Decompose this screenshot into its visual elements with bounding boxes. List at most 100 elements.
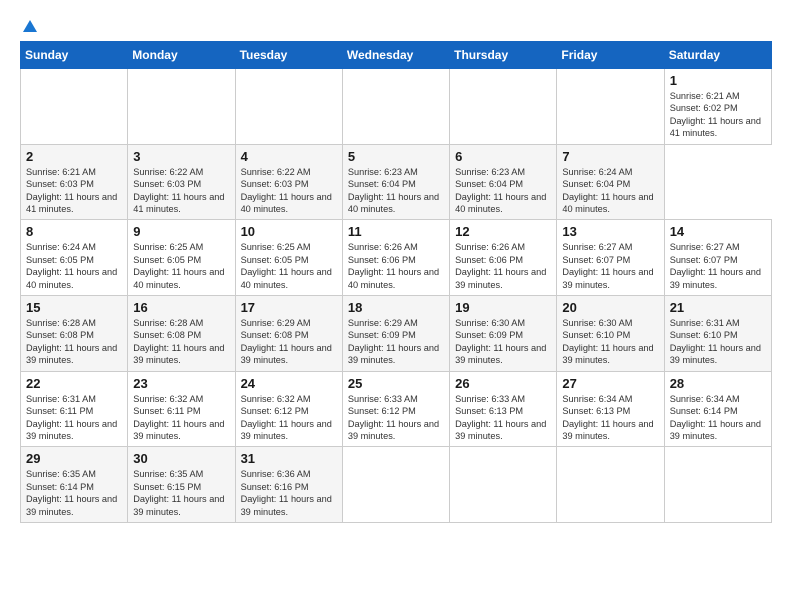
day-info: Sunrise: 6:25 AMSunset: 6:05 PMDaylight:…	[241, 242, 332, 289]
day-info: Sunrise: 6:23 AMSunset: 6:04 PMDaylight:…	[348, 167, 439, 214]
weekday-header: Sunday	[21, 42, 128, 69]
day-number: 23	[133, 376, 229, 391]
day-cell: 26 Sunrise: 6:33 AMSunset: 6:13 PMDayligh…	[450, 371, 557, 447]
day-cell: 5 Sunrise: 6:23 AMSunset: 6:04 PMDaylight…	[342, 144, 449, 220]
day-cell: 25 Sunrise: 6:33 AMSunset: 6:12 PMDayligh…	[342, 371, 449, 447]
day-cell: 9 Sunrise: 6:25 AMSunset: 6:05 PMDaylight…	[128, 220, 235, 296]
day-info: Sunrise: 6:23 AMSunset: 6:04 PMDaylight:…	[455, 167, 546, 214]
empty-cell	[557, 69, 664, 145]
empty-cell	[450, 447, 557, 523]
empty-cell	[557, 447, 664, 523]
day-number: 12	[455, 224, 551, 239]
day-number: 17	[241, 300, 337, 315]
day-cell: 1 Sunrise: 6:21 AMSunset: 6:02 PMDaylight…	[664, 69, 771, 145]
day-number: 9	[133, 224, 229, 239]
day-info: Sunrise: 6:29 AMSunset: 6:08 PMDaylight:…	[241, 318, 332, 365]
day-number: 13	[562, 224, 658, 239]
day-info: Sunrise: 6:26 AMSunset: 6:06 PMDaylight:…	[348, 242, 439, 289]
day-info: Sunrise: 6:35 AMSunset: 6:15 PMDaylight:…	[133, 469, 224, 516]
empty-cell	[235, 69, 342, 145]
day-cell: 11Sunrise: 6:26 AMSunset: 6:06 PMDayligh…	[342, 220, 449, 296]
logo-arrow-icon	[21, 18, 39, 36]
day-info: Sunrise: 6:33 AMSunset: 6:12 PMDaylight:…	[348, 394, 439, 441]
day-cell: 2 Sunrise: 6:21 AMSunset: 6:03 PMDaylight…	[21, 144, 128, 220]
empty-cell	[342, 69, 449, 145]
day-number: 31	[241, 451, 337, 466]
day-cell: 22 Sunrise: 6:31 AMSunset: 6:11 PMDayligh…	[21, 371, 128, 447]
empty-cell	[21, 69, 128, 145]
day-info: Sunrise: 6:34 AMSunset: 6:13 PMDaylight:…	[562, 394, 653, 441]
empty-cell	[342, 447, 449, 523]
day-info: Sunrise: 6:31 AMSunset: 6:10 PMDaylight:…	[670, 318, 761, 365]
empty-cell	[664, 447, 771, 523]
day-number: 27	[562, 376, 658, 391]
day-number: 16	[133, 300, 229, 315]
empty-cell	[128, 69, 235, 145]
day-number: 3	[133, 149, 229, 164]
day-cell: 3Sunrise: 6:22 AMSunset: 6:03 PMDaylight…	[128, 144, 235, 220]
day-info: Sunrise: 6:21 AMSunset: 6:03 PMDaylight:…	[26, 167, 117, 214]
day-number: 15	[26, 300, 122, 315]
day-info: Sunrise: 6:33 AMSunset: 6:13 PMDaylight:…	[455, 394, 546, 441]
day-number: 25	[348, 376, 444, 391]
day-info: Sunrise: 6:34 AMSunset: 6:14 PMDaylight:…	[670, 394, 761, 441]
day-number: 5	[348, 149, 444, 164]
day-info: Sunrise: 6:32 AMSunset: 6:12 PMDaylight:…	[241, 394, 332, 441]
day-info: Sunrise: 6:27 AMSunset: 6:07 PMDaylight:…	[562, 242, 653, 289]
day-number: 7	[562, 149, 658, 164]
empty-cell	[450, 69, 557, 145]
day-info: Sunrise: 6:24 AMSunset: 6:04 PMDaylight:…	[562, 167, 653, 214]
day-cell: 10Sunrise: 6:25 AMSunset: 6:05 PMDayligh…	[235, 220, 342, 296]
page: SundayMondayTuesdayWednesdayThursdayFrid…	[0, 0, 792, 612]
logo	[20, 18, 39, 33]
day-number: 1	[670, 73, 766, 88]
day-cell: 21 Sunrise: 6:31 AMSunset: 6:10 PMDayligh…	[664, 296, 771, 372]
day-info: Sunrise: 6:30 AMSunset: 6:10 PMDaylight:…	[562, 318, 653, 365]
day-number: 26	[455, 376, 551, 391]
day-cell: 29Sunrise: 6:35 AMSunset: 6:14 PMDayligh…	[21, 447, 128, 523]
calendar-table: SundayMondayTuesdayWednesdayThursdayFrid…	[20, 41, 772, 523]
weekday-header: Friday	[557, 42, 664, 69]
day-number: 4	[241, 149, 337, 164]
day-number: 8	[26, 224, 122, 239]
day-info: Sunrise: 6:36 AMSunset: 6:16 PMDaylight:…	[241, 469, 332, 516]
weekday-header: Saturday	[664, 42, 771, 69]
day-info: Sunrise: 6:29 AMSunset: 6:09 PMDaylight:…	[348, 318, 439, 365]
day-cell: 23Sunrise: 6:32 AMSunset: 6:11 PMDayligh…	[128, 371, 235, 447]
day-info: Sunrise: 6:21 AMSunset: 6:02 PMDaylight:…	[670, 91, 761, 138]
weekday-header: Monday	[128, 42, 235, 69]
day-cell: 17 Sunrise: 6:29 AMSunset: 6:08 PMDayligh…	[235, 296, 342, 372]
day-info: Sunrise: 6:26 AMSunset: 6:06 PMDaylight:…	[455, 242, 546, 289]
day-number: 20	[562, 300, 658, 315]
header	[20, 18, 772, 33]
day-cell: 4Sunrise: 6:22 AMSunset: 6:03 PMDaylight…	[235, 144, 342, 220]
day-number: 21	[670, 300, 766, 315]
day-cell: 8 Sunrise: 6:24 AMSunset: 6:05 PMDaylight…	[21, 220, 128, 296]
day-number: 14	[670, 224, 766, 239]
day-cell: 19 Sunrise: 6:30 AMSunset: 6:09 PMDayligh…	[450, 296, 557, 372]
day-cell: 7 Sunrise: 6:24 AMSunset: 6:04 PMDaylight…	[557, 144, 664, 220]
day-number: 19	[455, 300, 551, 315]
day-info: Sunrise: 6:25 AMSunset: 6:05 PMDaylight:…	[133, 242, 224, 289]
day-cell: 16 Sunrise: 6:28 AMSunset: 6:08 PMDayligh…	[128, 296, 235, 372]
day-number: 28	[670, 376, 766, 391]
day-cell: 15 Sunrise: 6:28 AMSunset: 6:08 PMDayligh…	[21, 296, 128, 372]
day-number: 2	[26, 149, 122, 164]
day-number: 22	[26, 376, 122, 391]
day-cell: 20 Sunrise: 6:30 AMSunset: 6:10 PMDayligh…	[557, 296, 664, 372]
day-number: 29	[26, 451, 122, 466]
day-cell: 13 Sunrise: 6:27 AMSunset: 6:07 PMDayligh…	[557, 220, 664, 296]
day-number: 24	[241, 376, 337, 391]
day-info: Sunrise: 6:31 AMSunset: 6:11 PMDaylight:…	[26, 394, 117, 441]
day-info: Sunrise: 6:28 AMSunset: 6:08 PMDaylight:…	[26, 318, 117, 365]
day-info: Sunrise: 6:30 AMSunset: 6:09 PMDaylight:…	[455, 318, 546, 365]
day-info: Sunrise: 6:27 AMSunset: 6:07 PMDaylight:…	[670, 242, 761, 289]
day-cell: 12 Sunrise: 6:26 AMSunset: 6:06 PMDayligh…	[450, 220, 557, 296]
day-cell: 24 Sunrise: 6:32 AMSunset: 6:12 PMDayligh…	[235, 371, 342, 447]
day-cell: 6Sunrise: 6:23 AMSunset: 6:04 PMDaylight…	[450, 144, 557, 220]
day-info: Sunrise: 6:28 AMSunset: 6:08 PMDaylight:…	[133, 318, 224, 365]
day-info: Sunrise: 6:24 AMSunset: 6:05 PMDaylight:…	[26, 242, 117, 289]
weekday-header: Thursday	[450, 42, 557, 69]
day-cell: 14 Sunrise: 6:27 AMSunset: 6:07 PMDayligh…	[664, 220, 771, 296]
day-cell: 28 Sunrise: 6:34 AMSunset: 6:14 PMDayligh…	[664, 371, 771, 447]
